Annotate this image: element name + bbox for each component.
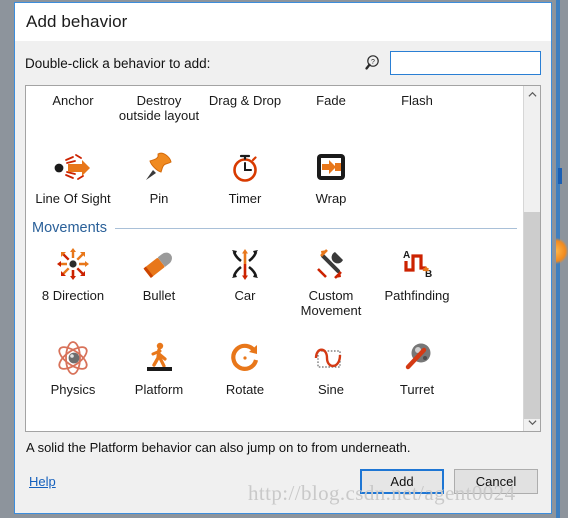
dialog-buttons: Add Cancel — [360, 468, 541, 494]
behavior-label: Physics — [50, 382, 96, 397]
add-behavior-dialog: Add behavior Double-click a behavior to … — [14, 2, 552, 514]
car-icon — [202, 242, 288, 286]
behavior-label: Bullet — [142, 288, 176, 303]
search-input[interactable] — [390, 51, 541, 75]
dialog-title: Add behavior — [26, 12, 128, 31]
behavior-label: Pathfinding — [384, 288, 450, 303]
prompt-row: Double-click a behavior to add: ? — [25, 41, 541, 85]
behavior-item-destroy-outside-layout[interactable]: Destroy outside layout — [116, 91, 202, 123]
bullet-icon — [116, 242, 202, 286]
behavior-label: Anchor — [52, 93, 94, 108]
behavior-label: Turret — [399, 382, 435, 397]
section-divider — [114, 227, 517, 229]
behavior-item-flash[interactable]: Flash — [374, 91, 460, 123]
scrollbar-thumb[interactable] — [524, 212, 540, 419]
turret-icon — [374, 336, 460, 380]
behavior-item-line-of-sight[interactable]: Line Of Sight — [30, 141, 116, 206]
section-header-movements: Movements — [32, 220, 517, 236]
behavior-label: Wrap — [315, 191, 347, 206]
behavior-label: Destroy outside layout — [118, 93, 200, 123]
behavior-label: Custom Movement — [300, 288, 362, 318]
behavior-label: Platform — [134, 382, 184, 397]
behavior-item-pin[interactable]: Pin — [116, 141, 202, 206]
help-link[interactable]: Help — [29, 474, 56, 489]
platform-icon — [116, 336, 202, 380]
behavior-item-drag-and-drop[interactable]: Drag & Drop — [202, 91, 288, 123]
behavior-item-rotate[interactable]: Rotate — [202, 332, 288, 397]
chevron-up-icon[interactable] — [524, 86, 540, 103]
behavior-label: Rotate — [225, 382, 265, 397]
wrap-icon — [288, 145, 374, 189]
behavior-label: Car — [234, 288, 256, 303]
cancel-button[interactable]: Cancel — [454, 468, 538, 494]
chevron-down-icon[interactable] — [524, 414, 540, 431]
behavior-item-bullet[interactable]: Bullet — [116, 238, 202, 318]
behavior-item-pathfinding[interactable]: A B Pathfinding — [374, 238, 460, 318]
background-flame-graphic — [556, 238, 568, 264]
behavior-item-timer[interactable]: Timer — [202, 141, 288, 206]
behavior-row-2: 8 Direction Bullet Car Custom Movement A… — [26, 238, 523, 318]
behavior-row-3: Physics Platform Rotate Sine Turret — [26, 332, 523, 397]
behavior-item-8-direction[interactable]: 8 Direction — [30, 238, 116, 318]
behavior-item-platform[interactable]: Platform — [116, 332, 202, 397]
search-area: ? — [365, 51, 541, 75]
svg-text:?: ? — [371, 59, 375, 66]
dialog-footer: Help Add Cancel — [25, 455, 541, 513]
behavior-row-1: Line Of Sight Pin Timer Wrap — [26, 141, 523, 206]
behavior-label: Pin — [149, 191, 169, 206]
behavior-item-sine[interactable]: Sine — [288, 332, 374, 397]
behavior-list-panel[interactable]: Anchor Destroy outside layout Drag & Dro… — [25, 85, 541, 432]
background-blue-blip — [558, 168, 562, 184]
behavior-list-content: Anchor Destroy outside layout Drag & Dro… — [26, 86, 523, 431]
add-button[interactable]: Add — [360, 468, 444, 494]
behavior-label: Sine — [317, 382, 345, 397]
behavior-item-car[interactable]: Car — [202, 238, 288, 318]
behavior-item-physics[interactable]: Physics — [30, 332, 116, 397]
behavior-list-scrollbar[interactable] — [523, 86, 540, 431]
behavior-label: Drag & Drop — [208, 93, 282, 108]
rotate-icon — [202, 336, 288, 380]
eight-direction-icon — [30, 242, 116, 286]
physics-icon — [30, 336, 116, 380]
behavior-label: 8 Direction — [41, 288, 105, 303]
custom-movement-icon — [288, 242, 374, 286]
svg-text:A: A — [403, 250, 410, 261]
pin-icon — [116, 145, 202, 189]
dialog-body: Double-click a behavior to add: ? Anchor… — [15, 41, 551, 513]
line-of-sight-icon — [30, 145, 116, 189]
behavior-label: Fade — [316, 93, 346, 108]
behavior-description-hint: A solid the Platform behavior can also j… — [26, 440, 411, 455]
behavior-item-custom-movement[interactable]: Custom Movement — [288, 238, 374, 318]
timer-icon — [202, 145, 288, 189]
behavior-item-turret[interactable]: Turret — [374, 332, 460, 397]
behavior-item-anchor[interactable]: Anchor — [30, 91, 116, 123]
dialog-titlebar: Add behavior — [15, 3, 551, 41]
behavior-label: Timer — [228, 191, 262, 206]
search-help-icon: ? — [365, 54, 383, 72]
behavior-row-partial: Anchor Destroy outside layout Drag & Dro… — [26, 86, 523, 123]
behavior-item-fade[interactable]: Fade — [288, 91, 374, 123]
section-title: Movements — [32, 220, 107, 236]
sine-icon — [288, 336, 374, 380]
behavior-label: Line Of Sight — [35, 191, 111, 206]
pathfinding-icon: A B — [374, 242, 460, 286]
behavior-item-wrap[interactable]: Wrap — [288, 141, 374, 206]
behavior-label: Flash — [401, 93, 433, 108]
prompt-label: Double-click a behavior to add: — [25, 55, 211, 71]
